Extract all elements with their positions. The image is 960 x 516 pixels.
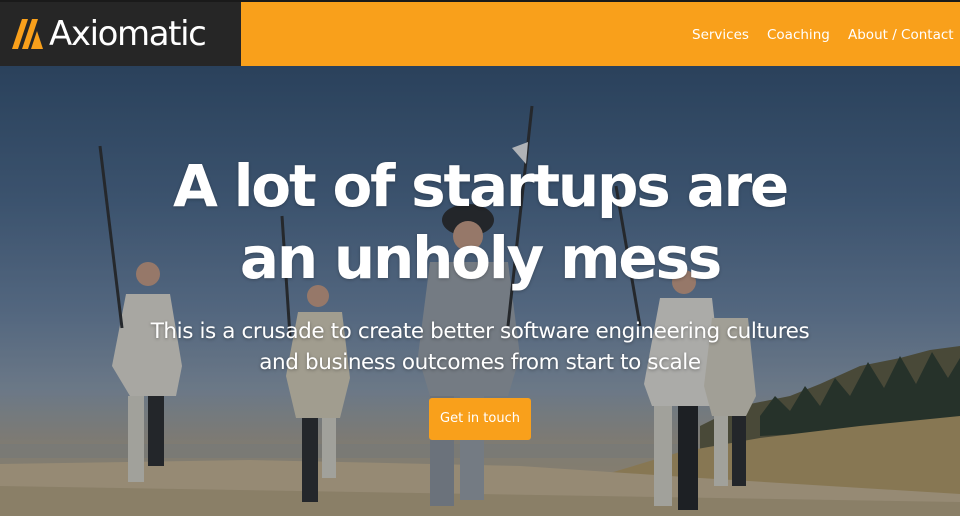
nav-item-coaching[interactable]: Coaching (767, 26, 830, 44)
hero-headline: A lot of startups are an unholy mess (0, 150, 960, 294)
logo[interactable]: Axiomatic (0, 2, 241, 66)
site-header: Axiomatic Services Coaching About / Cont… (0, 0, 960, 66)
hero-headline-line-1: A lot of startups are (172, 152, 789, 220)
main-nav: Services Coaching About / Contact (241, 2, 960, 66)
hero-subheading-line-1: This is a crusade to create better softw… (150, 319, 810, 344)
nav-item-services[interactable]: Services (692, 26, 749, 44)
double-slash-triangle-icon (12, 19, 43, 49)
hero-section: A lot of startups are an unholy mess Thi… (0, 66, 960, 516)
brand-name: Axiomatic (49, 14, 207, 54)
hero-subheading: This is a crusade to create better softw… (0, 316, 960, 378)
hero-headline-line-2: an unholy mess (239, 224, 722, 292)
get-in-touch-button[interactable]: Get in touch (429, 398, 531, 440)
nav-item-about-contact[interactable]: About / Contact (848, 26, 954, 44)
hero-subheading-line-2: and business outcomes from start to scal… (259, 350, 701, 375)
